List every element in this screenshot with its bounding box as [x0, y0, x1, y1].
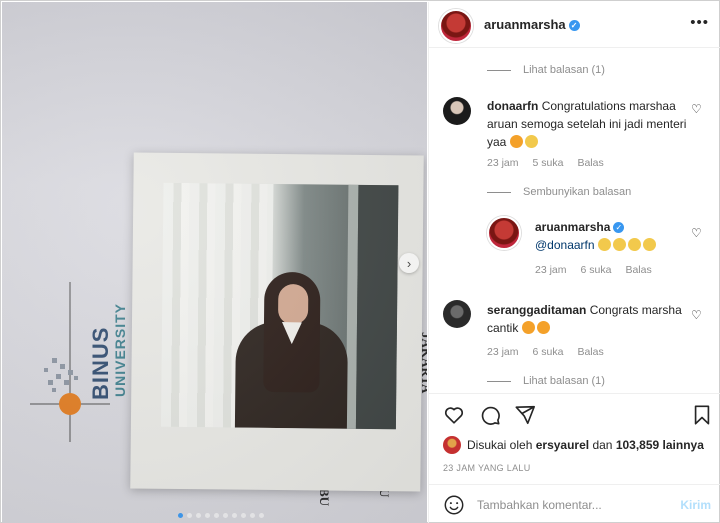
carousel-dot: [232, 513, 237, 518]
photo-side-text: JAKARTA: [419, 332, 427, 394]
author-avatar[interactable]: [439, 9, 473, 43]
star-struck-emoji-icon: [509, 135, 523, 148]
comment-avatar[interactable]: [443, 97, 471, 125]
reply-button[interactable]: Balas: [625, 264, 651, 276]
crying-emoji-icon: [642, 238, 656, 251]
carousel-dot: [223, 513, 228, 518]
carousel-dot: [178, 513, 183, 518]
likes-summary: Disukai oleh ersyaurel dan 103,859 lainn…: [443, 436, 704, 454]
reply-button[interactable]: Balas: [577, 346, 603, 358]
instagram-post-window: BINUS UNIVERSITY JAKARTA BU U › aruanmar…: [0, 0, 720, 523]
view-replies-label[interactable]: Lihat balasan (1): [523, 64, 605, 76]
comment-composer: Kirim: [429, 484, 720, 523]
comment-avatar[interactable]: [443, 300, 471, 328]
comment-time: 23 jam: [487, 346, 519, 358]
share-send-icon[interactable]: [514, 404, 536, 426]
hide-replies-label[interactable]: Sembunyikan balasan: [523, 186, 631, 198]
comment-body: seranggaditaman Congrats marsha cantik: [487, 301, 687, 337]
verified-badge-icon: ✓: [568, 20, 580, 31]
next-arrow-icon[interactable]: ›: [399, 253, 419, 273]
like-reply-heart-icon[interactable]: ♡: [691, 226, 702, 240]
university-subtitle: UNIVERSITY: [112, 302, 128, 397]
comment-time: 23 jam: [487, 157, 519, 169]
liked-by-user[interactable]: ersyaurel: [536, 438, 589, 452]
post-action-bar: [429, 393, 720, 433]
photo-bottom-text-right: U: [377, 488, 392, 498]
view-replies-toggle[interactable]: Lihat balasan (1): [487, 64, 605, 76]
save-bookmark-icon[interactable]: [691, 404, 713, 426]
carousel-dot: [187, 513, 192, 518]
reply-mention[interactable]: @donaarfn: [535, 238, 595, 252]
like-heart-icon[interactable]: [443, 404, 465, 426]
comment-input[interactable]: [477, 494, 667, 516]
carousel-dot: [241, 513, 246, 518]
comment-meta: 23 jam 6 suka Balas: [487, 346, 604, 358]
reply-likes[interactable]: 6 suka: [581, 264, 612, 276]
liked-by-prefix: Disukai oleh: [467, 438, 533, 452]
reply-time: 23 jam: [535, 264, 567, 276]
hide-replies-toggle[interactable]: Sembunyikan balasan: [487, 186, 631, 198]
liked-by-count[interactable]: 103,859 lainnya: [616, 438, 704, 452]
view-replies-toggle[interactable]: Lihat balasan (1): [487, 375, 605, 387]
carousel-dot: [259, 513, 264, 518]
comments-panel: aruanmarsha ✓ ••• Lihat balasan (1) donaa…: [428, 2, 720, 523]
like-comment-heart-icon[interactable]: ♡: [691, 308, 702, 322]
binus-logo: [30, 282, 110, 442]
reply-meta: 23 jam 6 suka Balas: [535, 264, 652, 276]
reply-button[interactable]: Balas: [577, 157, 603, 169]
photo-bottom-text-left: BU: [317, 488, 332, 507]
liker-avatar[interactable]: [443, 436, 461, 454]
post-timestamp[interactable]: 23 JAM YANG LALU: [443, 463, 531, 473]
like-comment-heart-icon[interactable]: ♡: [691, 102, 702, 116]
comment-likes[interactable]: 5 suka: [533, 157, 564, 169]
reply-username[interactable]: aruanmarsha: [535, 220, 610, 234]
university-name: BINUS: [88, 326, 113, 400]
view-replies-label[interactable]: Lihat balasan (1): [523, 375, 605, 387]
polaroid-image: [160, 182, 399, 430]
comment-username[interactable]: seranggaditaman: [487, 303, 586, 317]
author-username[interactable]: aruanmarsha ✓: [484, 17, 580, 32]
emoji-smiley-icon[interactable]: [443, 494, 465, 516]
reply-avatar[interactable]: [487, 216, 521, 250]
star-struck-emoji-icon: [536, 321, 550, 334]
post-header: aruanmarsha ✓ •••: [429, 2, 720, 48]
more-horizontal-icon[interactable]: •••: [690, 14, 709, 31]
carousel-dot: [196, 513, 201, 518]
carousel-dot: [205, 513, 210, 518]
pleading-emoji-icon: [627, 238, 641, 251]
comment-meta: 23 jam 5 suka Balas: [487, 157, 604, 169]
carousel-dot: [250, 513, 255, 518]
carousel-dot: [214, 513, 219, 518]
reply-body: aruanmarsha ✓ @donaarfn: [535, 218, 705, 254]
author-username-text[interactable]: aruanmarsha: [484, 17, 566, 32]
verified-badge-icon: ✓: [613, 222, 625, 233]
post-photo[interactable]: BINUS UNIVERSITY JAKARTA BU U ›: [2, 2, 427, 523]
tears-of-joy-emoji-icon: [524, 135, 538, 148]
comment-likes[interactable]: 6 suka: [533, 346, 564, 358]
liked-by-and: dan: [592, 438, 613, 452]
star-struck-emoji-icon: [521, 321, 535, 334]
smiling-emoji-icon: [612, 238, 626, 251]
post-comment-button[interactable]: Kirim: [680, 498, 711, 512]
carousel-dots: [178, 513, 264, 518]
polaroid-photo: [130, 152, 424, 492]
comment-username[interactable]: donaarfn: [487, 99, 538, 113]
comment-body: donaarfn Congratulations marshaa aruan s…: [487, 97, 697, 151]
comment-bubble-icon[interactable]: [479, 404, 501, 426]
grinning-emoji-icon: [597, 238, 611, 251]
